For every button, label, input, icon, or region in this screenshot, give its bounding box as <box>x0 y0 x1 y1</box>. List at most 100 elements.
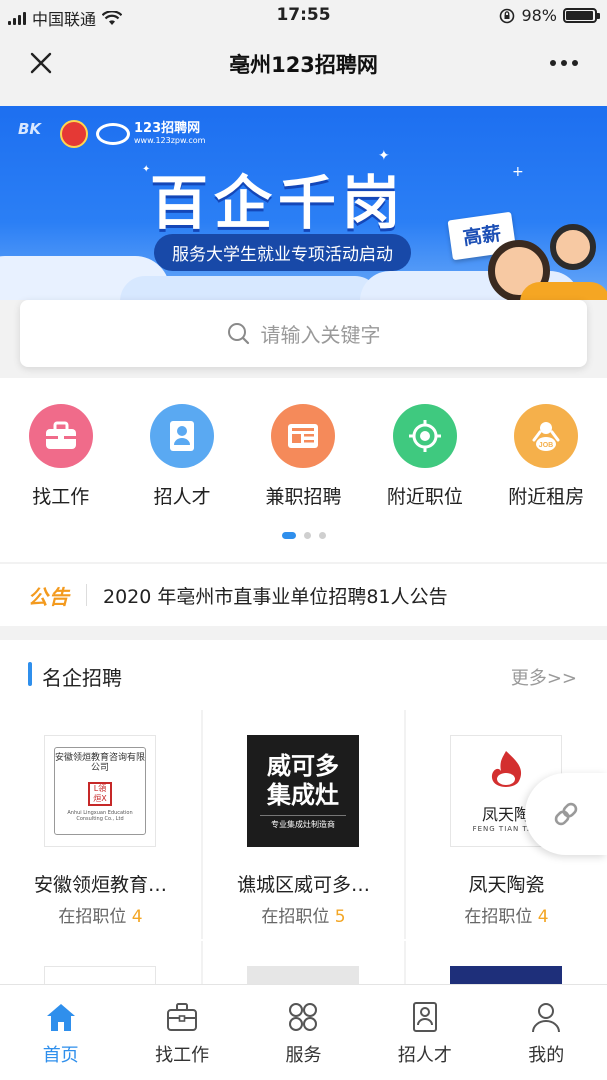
league-badge-logo <box>60 120 88 148</box>
tab-services[interactable]: 服务 <box>243 985 364 1080</box>
tab-label: 服务 <box>285 1045 322 1066</box>
pager-dots <box>0 532 607 539</box>
site-logo-url: www.123zpw.com <box>134 135 206 145</box>
position-count-value: 4 <box>537 907 549 927</box>
link-icon <box>554 802 578 826</box>
nav-bar: 亳州123招聘网 <box>0 34 607 94</box>
position-count-label: 在招职位 <box>464 907 533 927</box>
menu-label: 招人才 <box>153 486 211 508</box>
company-logo <box>44 966 156 984</box>
tab-profile[interactable]: 我的 <box>486 985 607 1080</box>
tab-label: 首页 <box>42 1045 79 1066</box>
company-grid: 安徽领烜教育咨询有限公司 L領烜X Anhui Lingxuan Educati… <box>0 710 607 939</box>
bk-logo: BK <box>18 120 42 138</box>
battery-icon <box>563 8 600 23</box>
status-bar: 中国联通 17:55 98% <box>0 0 607 34</box>
quick-menu: 找工作 招人才 兼职招聘 附近职位 JOB 附近租房 <box>0 378 607 562</box>
more-link[interactable]: 更多>> <box>511 664 577 690</box>
search-placeholder: 请输入关键字 <box>260 323 381 347</box>
banner-cloud <box>120 276 380 300</box>
resume-icon <box>412 1002 437 1032</box>
page-title: 亳州123招聘网 <box>229 53 378 77</box>
flame-logo-icon <box>491 751 522 787</box>
section-header: 名企招聘 更多>> <box>0 640 607 710</box>
position-count-label: 在招职位 <box>261 907 330 927</box>
menu-part-time[interactable]: 兼职招聘 <box>243 404 364 509</box>
position-count-value: 4 <box>131 907 143 927</box>
company-name: 安徽领烜教育… <box>33 874 167 896</box>
search-input[interactable]: 请输入关键字 <box>20 300 587 367</box>
menu-find-job[interactable]: 找工作 <box>0 404 121 509</box>
company-card[interactable]: 安徽领烜教育咨询有限公司 L領烜X Anhui Lingxuan Educati… <box>0 710 201 939</box>
pager-dot-active[interactable] <box>281 532 296 539</box>
promo-banner[interactable]: BK 123招聘网 www.123zpw.com ✦ + ✦ 百企千岗 服务大学生… <box>0 106 607 300</box>
company-name: 凤天陶瓷 <box>468 874 545 896</box>
company-position-count: 在招职位 5 <box>203 902 404 927</box>
search-icon <box>227 322 249 344</box>
user-icon <box>532 1003 561 1033</box>
pager-dot[interactable] <box>318 532 326 539</box>
grid-icon <box>289 1003 318 1031</box>
menu-label: 附近租房 <box>508 486 585 508</box>
banner-illustration-boy <box>550 224 596 270</box>
status-right: 98% <box>499 6 600 25</box>
section-accent-bar <box>28 662 32 686</box>
company-position-count: 在招职位 4 <box>0 902 201 927</box>
banner-subtitle: 服务大学生就业专项活动启动 <box>154 234 411 271</box>
tab-find-job[interactable]: 找工作 <box>121 985 242 1080</box>
resume-icon <box>150 404 215 468</box>
company-position-count: 在招职位 4 <box>406 902 607 927</box>
divider <box>86 584 87 606</box>
menu-recruit[interactable]: 招人才 <box>121 404 242 509</box>
company-card[interactable] <box>203 941 404 984</box>
menu-label: 找工作 <box>32 486 90 508</box>
more-icon[interactable] <box>547 50 581 76</box>
briefcase-icon <box>28 404 93 468</box>
tab-home[interactable]: 首页 <box>0 985 121 1080</box>
tab-recruit[interactable]: 招人才 <box>364 985 485 1080</box>
site-logo-mark <box>96 123 130 145</box>
company-logo <box>247 966 359 984</box>
share-link-button[interactable] <box>525 773 607 855</box>
company-seal-logo: 安徽领烜教育咨询有限公司 L領烜X Anhui Lingxuan Educati… <box>54 747 146 835</box>
company-name: 谯城区威可多… <box>236 874 370 896</box>
site-logo-name: 123招聘网 <box>134 121 201 137</box>
announcement-bar[interactable]: 公告 2020 年亳州市直事业单位招聘81人公告 <box>0 564 607 626</box>
menu-label: 兼职招聘 <box>265 486 342 508</box>
company-logo: 威可多集成灶 专业集成灶制造商 <box>247 735 359 847</box>
battery-percent: 98% <box>521 6 557 25</box>
pager-dot[interactable] <box>303 532 311 539</box>
company-card[interactable] <box>406 941 607 984</box>
banner-logos: BK 123招聘网 www.123zpw.com <box>18 120 205 148</box>
job-person-icon: JOB <box>514 404 579 468</box>
menu-nearby-jobs[interactable]: 附近职位 <box>364 404 485 509</box>
company-logo-subtext: 专业集成灶制造商 <box>260 815 346 830</box>
home-icon <box>46 1004 75 1031</box>
site-logo: 123招聘网 www.123zpw.com <box>96 122 205 145</box>
famous-companies-section: 名企招聘 更多>> 安徽领烜教育咨询有限公司 L領烜X Anhui Lingxu… <box>0 640 607 984</box>
company-grid-next-row <box>0 941 607 984</box>
banner-headline: 百企千岗 <box>150 169 407 237</box>
company-logo-text: 安徽领烜教育咨询有限公司 <box>55 753 146 773</box>
briefcase-icon <box>167 1003 198 1031</box>
announcement-tag: 公告 <box>28 584 70 609</box>
company-logo: 安徽领烜教育咨询有限公司 L領烜X Anhui Lingxuan Educati… <box>44 735 156 847</box>
newspaper-icon <box>271 404 336 468</box>
company-logo-text: 威可多集成灶 <box>267 751 339 809</box>
section-title: 名企招聘 <box>42 666 122 690</box>
company-logo <box>450 966 562 984</box>
sparkle-icon: + <box>512 164 524 180</box>
site-logo-text: 123招聘网 www.123zpw.com <box>134 122 205 145</box>
company-card[interactable] <box>0 941 201 984</box>
position-count-label: 在招职位 <box>58 907 127 927</box>
company-logo-subtext: Anhui Lingxuan Education Consulting Co.,… <box>67 809 133 822</box>
bottom-tab-bar: 首页 找工作 服务 招人才 我的 <box>0 984 607 1080</box>
company-card[interactable]: 威可多集成灶 专业集成灶制造商 谯城区威可多… 在招职位 5 <box>203 710 404 939</box>
seal-stamp: L領烜X <box>88 781 112 806</box>
menu-nearby-rental[interactable]: JOB 附近租房 <box>486 404 607 509</box>
position-count-value: 5 <box>334 907 346 927</box>
tab-label: 我的 <box>528 1045 565 1066</box>
target-icon <box>392 404 457 468</box>
announcement-text[interactable]: 2020 年亳州市直事业单位招聘81人公告 <box>103 582 448 609</box>
tab-label: 找工作 <box>155 1045 210 1066</box>
